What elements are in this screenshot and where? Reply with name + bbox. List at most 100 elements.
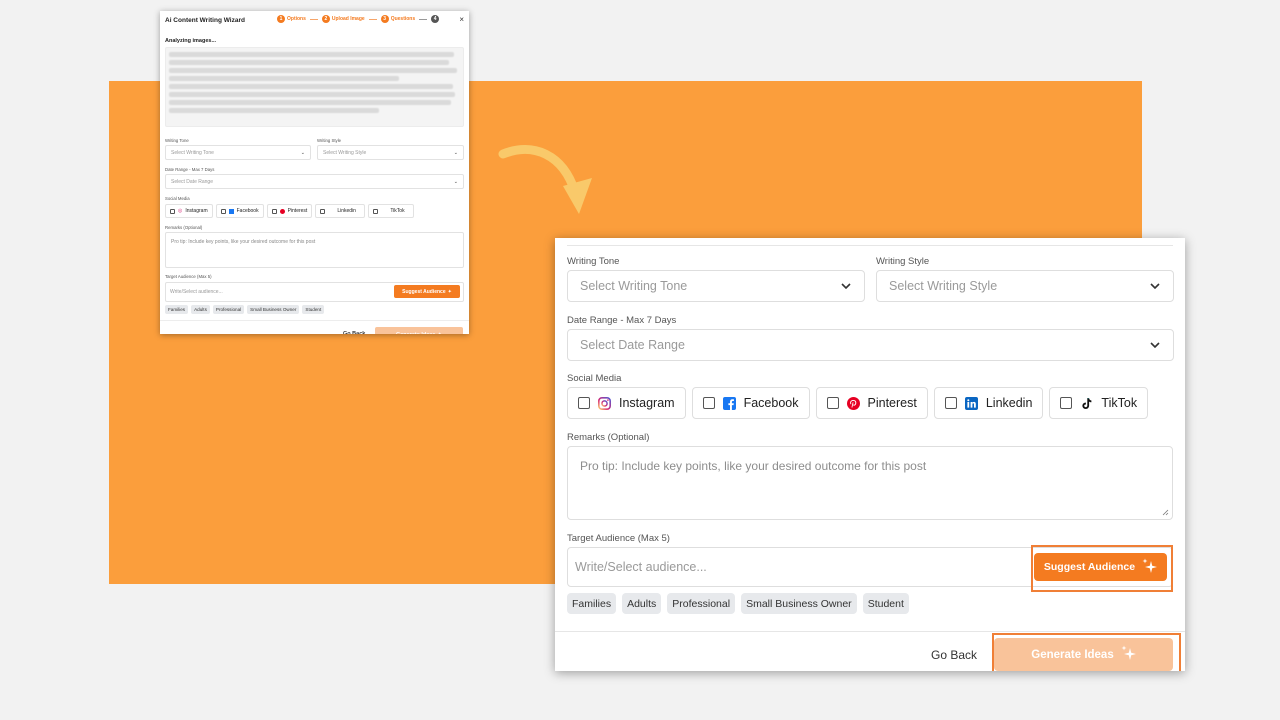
- target-audience-label: Target Audience (Max 5): [567, 533, 670, 544]
- checkbox[interactable]: [1060, 397, 1073, 409]
- target-audience-placeholder: Write/Select audience...: [575, 560, 707, 574]
- suggest-audience-button[interactable]: Suggest Audience ✦: [394, 285, 460, 298]
- step-3-number: 3: [380, 15, 389, 23]
- wizard-title: Ai Content Writing Wizard: [165, 16, 245, 24]
- date-range-select[interactable]: Select Date Range ⌄: [165, 174, 464, 189]
- curved-arrow-icon: [498, 145, 592, 214]
- social-option-label: Facebook: [743, 396, 799, 410]
- remarks-placeholder: Pro tip: Include key points, like your d…: [580, 459, 927, 473]
- social-option-facebook[interactable]: Facebook: [215, 204, 264, 218]
- social-option-instagram[interactable]: Instagram: [567, 387, 686, 419]
- checkbox[interactable]: [578, 397, 590, 409]
- wizard-stepper: 1 Options 2 Upload Image 3 Questions 4: [277, 15, 440, 23]
- writing-style-label: Writing Style: [317, 138, 342, 143]
- generate-ideas-label: Generate Ideas: [1031, 648, 1114, 661]
- checkbox[interactable]: [373, 208, 379, 214]
- writing-style-select[interactable]: Select Writing Style ⌄: [317, 145, 464, 160]
- footer-divider: [160, 320, 469, 321]
- step-1-number: 1: [277, 15, 285, 23]
- social-option-tiktok[interactable]: TikTok: [1049, 387, 1149, 419]
- social-option-label: Linkedin: [985, 396, 1033, 410]
- audience-tag[interactable]: Professional: [667, 593, 736, 614]
- social-option-linkedin[interactable]: Linkedin: [933, 387, 1044, 419]
- instagram-icon: [598, 396, 611, 410]
- instagram-icon: ◎: [178, 208, 183, 214]
- writing-tone-label: Writing Tone: [165, 138, 189, 143]
- writing-tone-select[interactable]: Select Writing Tone ⌄: [165, 145, 311, 160]
- date-range-select[interactable]: Select Date Range: [567, 329, 1174, 361]
- analysis-placeholder-box: [165, 47, 464, 127]
- writing-tone-placeholder: Select Writing Tone: [171, 149, 214, 156]
- audience-tag[interactable]: Adults: [622, 593, 662, 614]
- checkbox[interactable]: [170, 208, 175, 214]
- zoomed-form-panel: Writing Tone Writing Style Select Writin…: [555, 238, 1185, 671]
- audience-tag[interactable]: Families: [567, 593, 617, 614]
- checkbox[interactable]: [220, 208, 226, 214]
- resize-handle-icon[interactable]: [1162, 509, 1169, 516]
- remarks-textarea[interactable]: Pro tip: Include key points, like your d…: [567, 446, 1173, 520]
- audience-tag[interactable]: Adults: [191, 305, 210, 314]
- social-option-pinterest[interactable]: Pinterest: [815, 387, 928, 419]
- step-2-number: 2: [321, 15, 330, 23]
- checkbox[interactable]: [702, 397, 715, 409]
- step-4-number: 4: [431, 15, 440, 23]
- audience-tag[interactable]: Professional: [212, 305, 245, 314]
- facebook-icon: [722, 396, 736, 410]
- generate-ideas-button[interactable]: Generate Ideas✦: [375, 327, 463, 334]
- wizard-thumbnail: Ai Content Writing Wizard 1 Options 2 Up…: [160, 11, 469, 334]
- writing-style-label: Writing Style: [876, 256, 930, 267]
- skeleton-line: [169, 76, 399, 81]
- social-media-options: ◎ Instagram Facebook Pinterest Linkedin T…: [165, 204, 415, 218]
- skeleton-line: [169, 108, 379, 113]
- writing-tone-label: Writing Tone: [567, 256, 620, 267]
- social-media-options: Instagram Facebook Pinterest Linkedin Ti…: [567, 387, 1149, 419]
- remarks-textarea[interactable]: Pro tip: Include key points, like your d…: [165, 232, 464, 268]
- sparkle-icon: [1120, 645, 1136, 664]
- step-3-label[interactable]: Questions: [391, 16, 415, 22]
- social-option-facebook[interactable]: Facebook: [691, 387, 810, 419]
- generate-ideas-button[interactable]: Generate Ideas: [994, 638, 1173, 671]
- step-connector: [309, 18, 318, 20]
- social-option-label: Linkedin: [337, 208, 356, 214]
- social-media-label: Social Media: [567, 373, 622, 384]
- social-option-label: TikTok: [390, 208, 405, 214]
- chevron-down-icon: [1149, 339, 1161, 351]
- step-1-label[interactable]: Options: [287, 16, 306, 22]
- social-option-tiktok[interactable]: TikTok: [368, 204, 415, 218]
- audience-tag[interactable]: Families: [165, 305, 189, 314]
- facebook-icon: [228, 208, 234, 214]
- audience-tag[interactable]: Small Business Owner: [247, 305, 300, 314]
- chevron-down-icon: ⌄: [453, 178, 458, 185]
- close-icon[interactable]: ×: [459, 15, 464, 24]
- social-option-label: TikTok: [1101, 396, 1138, 410]
- audience-tag[interactable]: Small Business Owner: [741, 593, 857, 614]
- checkbox[interactable]: [826, 397, 839, 409]
- social-option-linkedin[interactable]: Linkedin: [315, 204, 366, 218]
- skeleton-line: [169, 68, 457, 73]
- checkbox[interactable]: [271, 208, 277, 214]
- go-back-button[interactable]: Go Back: [931, 648, 977, 662]
- target-audience-label: Target Audience (Max 5): [165, 274, 212, 279]
- step-connector: [419, 18, 428, 20]
- step-2-label[interactable]: Upload Image: [332, 16, 365, 22]
- chevron-down-icon: ⌄: [453, 149, 458, 156]
- chevron-down-icon: ⌄: [300, 149, 305, 156]
- writing-tone-placeholder: Select Writing Tone: [580, 279, 688, 293]
- social-option-label: Instagram: [185, 208, 208, 214]
- audience-tag[interactable]: Student: [302, 305, 325, 314]
- writing-tone-select[interactable]: Select Writing Tone: [567, 270, 865, 302]
- suggest-audience-button[interactable]: Suggest Audience: [1034, 553, 1167, 581]
- writing-style-placeholder: Select Writing Style: [889, 279, 998, 293]
- audience-tag[interactable]: Student: [862, 593, 909, 614]
- checkbox[interactable]: [320, 208, 326, 214]
- checkbox[interactable]: [944, 397, 957, 409]
- go-back-button[interactable]: Go Back: [343, 331, 365, 334]
- suggest-audience-label: Suggest Audience: [1043, 561, 1136, 573]
- social-option-pinterest[interactable]: Pinterest: [266, 204, 313, 218]
- suggest-audience-label: Suggest Audience: [402, 288, 446, 295]
- social-option-label: Instagram: [619, 396, 675, 410]
- step-connector: [368, 18, 377, 20]
- audience-tags: Families Adults Professional Small Busin…: [567, 593, 909, 614]
- social-option-instagram[interactable]: ◎ Instagram: [165, 204, 213, 218]
- writing-style-select[interactable]: Select Writing Style: [876, 270, 1174, 302]
